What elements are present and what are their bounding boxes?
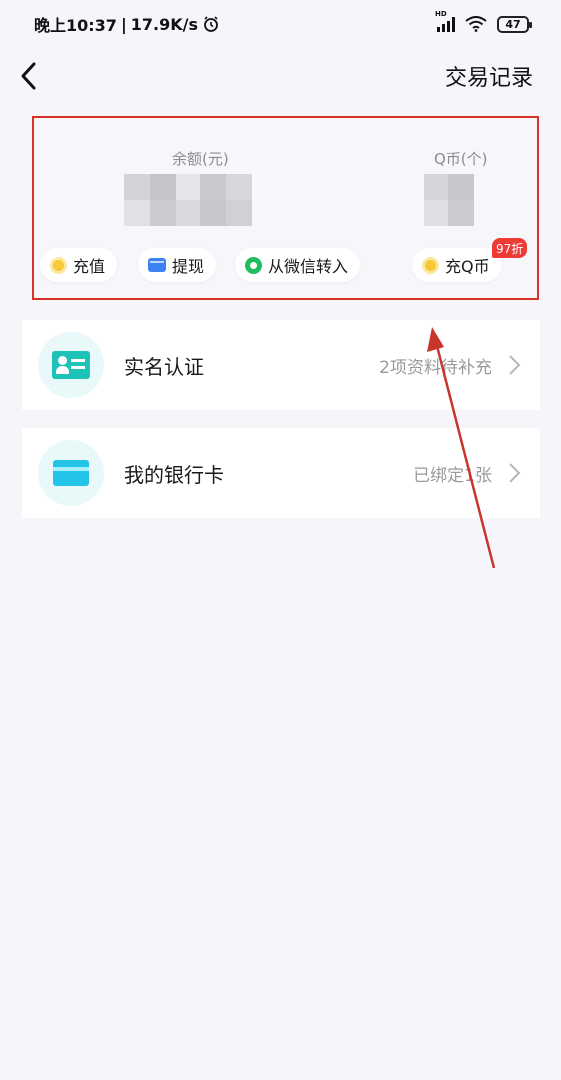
recharge-label: 充值 (73, 257, 106, 276)
transfer-from-wechat-button[interactable]: 从微信转入 (235, 248, 361, 282)
battery-icon: 47 (497, 15, 532, 33)
recharge-qcoin-label: 充Q币 (445, 257, 490, 276)
coin-icon (422, 256, 439, 274)
bank-card-icon-wrap (38, 440, 104, 506)
back-arrow-icon (21, 62, 36, 90)
id-card-icon (52, 351, 90, 379)
wechat-icon (245, 256, 262, 274)
balance-panel: 余额(元) Q币(个) 充值 提现 从微信转入 充Q币 97折 (32, 116, 539, 300)
discount-badge: 97折 (492, 238, 528, 258)
recharge-button[interactable]: 充值 (40, 248, 118, 282)
status-right: HD 47 (435, 10, 532, 33)
status-time: 晚上10:37 (34, 16, 117, 35)
qcoin-value-blurred (424, 174, 474, 226)
transaction-records-link[interactable]: 交易记录 (445, 60, 533, 92)
bank-card-item[interactable]: 我的银行卡 已绑定1张 (22, 428, 540, 518)
bank-card-icon (53, 460, 89, 486)
alarm-icon (204, 16, 218, 32)
balance-label: 余额(元) (172, 150, 229, 168)
id-card-icon-wrap (38, 332, 104, 398)
network-label: HD (435, 10, 447, 18)
bank-card-status: 已绑定1张 (413, 465, 492, 486)
status-left: 晚上10:37 | 17.9K/s (34, 12, 220, 36)
withdraw-label: 提现 (172, 257, 205, 276)
bank-card-title: 我的银行卡 (124, 462, 224, 487)
chevron-right-icon (509, 355, 521, 375)
real-name-status: 2项资料待补充 (379, 357, 492, 378)
back-button[interactable] (18, 56, 48, 96)
status-speed: 17.9K/s (130, 14, 199, 34)
real-name-verification-item[interactable]: 实名认证 2项资料待补充 (22, 320, 540, 410)
signal-icon: HD (435, 10, 455, 32)
wallet-icon (148, 258, 166, 272)
qcoin-label: Q币(个) (434, 150, 488, 168)
status-bar: 晚上10:37 | 17.9K/s HD 47 (0, 0, 561, 48)
status-separator: | (120, 14, 127, 34)
recharge-qcoin-button[interactable]: 充Q币 (412, 248, 502, 282)
header: 交易记录 (0, 48, 561, 104)
transfer-from-wechat-label: 从微信转入 (268, 257, 349, 276)
real-name-title: 实名认证 (124, 354, 204, 379)
wifi-icon (465, 16, 487, 32)
withdraw-button[interactable]: 提现 (138, 248, 217, 282)
balance-value-blurred (124, 174, 252, 226)
coin-icon (50, 256, 67, 274)
chevron-right-icon (509, 463, 521, 483)
battery-level: 47 (505, 17, 521, 31)
